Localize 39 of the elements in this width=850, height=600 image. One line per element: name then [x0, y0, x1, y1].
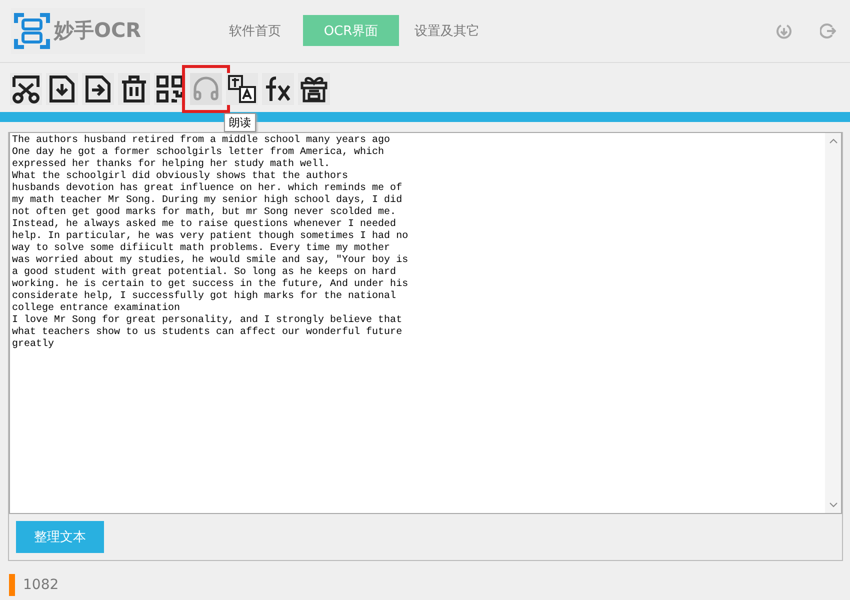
delete-tool-button[interactable] — [118, 72, 150, 105]
text-line: Instead, he always asked me to raise questions whenever I needed — [12, 219, 398, 230]
text-line: I love Mr Song for great personality, and I strongly believe that — [12, 315, 404, 326]
export-tool-button[interactable] — [82, 72, 114, 105]
text-line: One day he got a former schoolgirls letter from America, which — [12, 147, 386, 158]
tidy-text-button[interactable]: 整理文本 — [16, 521, 104, 554]
nav-tab[interactable]: 软件首页 — [207, 15, 303, 46]
scan-frame-icon — [14, 12, 50, 49]
character-count: 1082 — [23, 577, 59, 594]
text-area[interactable] — [9, 132, 842, 514]
text-line: not often get good marks for math, but mr Song never scolded me. — [12, 207, 398, 218]
text-line: way to solve some difiicult math problems. Every time my mother — [12, 243, 392, 254]
text-line: expressed her thanks for helping her study math well. — [12, 159, 332, 170]
import-tool-button[interactable] — [46, 72, 78, 105]
nav-tab[interactable]: 设置及其它 — [399, 15, 495, 46]
text-line: help. In particular, he was very patient though sometimes I had no — [12, 231, 410, 242]
scrollbar[interactable] — [825, 133, 841, 514]
app-name: 妙手OCR — [54, 17, 142, 44]
text-line: husbands devotion has great influence on her. which reminds me of — [12, 183, 404, 194]
text-line: considerate help, I successfully got high marks for the national — [12, 291, 398, 302]
text-line: my math teacher Mr Song. During my senior high school days, I did — [12, 195, 404, 206]
text-line: a good student with great potential. So long as he keeps on hard — [12, 267, 398, 278]
text-line: was worried about my studies, he would smile and say, "Your boy is — [12, 255, 410, 266]
text-line: greatly — [12, 339, 56, 352]
cut-tool-button[interactable] — [10, 72, 42, 105]
scroll-up-icon[interactable] — [828, 138, 838, 144]
text-line: what teachers show to us students can affect our wonderful future — [12, 327, 404, 338]
text-line: What the schoolgirl did obviously shows that the authors — [12, 171, 350, 182]
tooltip: 朗读 — [224, 112, 256, 132]
text-line: working. he is certain to get success in the future, And under his — [12, 279, 410, 290]
reward-tool-button[interactable] — [298, 72, 330, 105]
status-marker — [9, 574, 15, 596]
formula-tool-button[interactable] — [262, 72, 294, 105]
nav-tab[interactable]: OCR界面 — [303, 15, 399, 46]
text-line: college entrance examination — [12, 303, 182, 314]
qr-tool-button[interactable] — [154, 72, 186, 105]
translate-tool-button[interactable] — [226, 72, 258, 105]
text-line: The authors husband retired from a middle school many years ago — [12, 135, 392, 146]
scroll-down-icon[interactable] — [828, 502, 838, 508]
